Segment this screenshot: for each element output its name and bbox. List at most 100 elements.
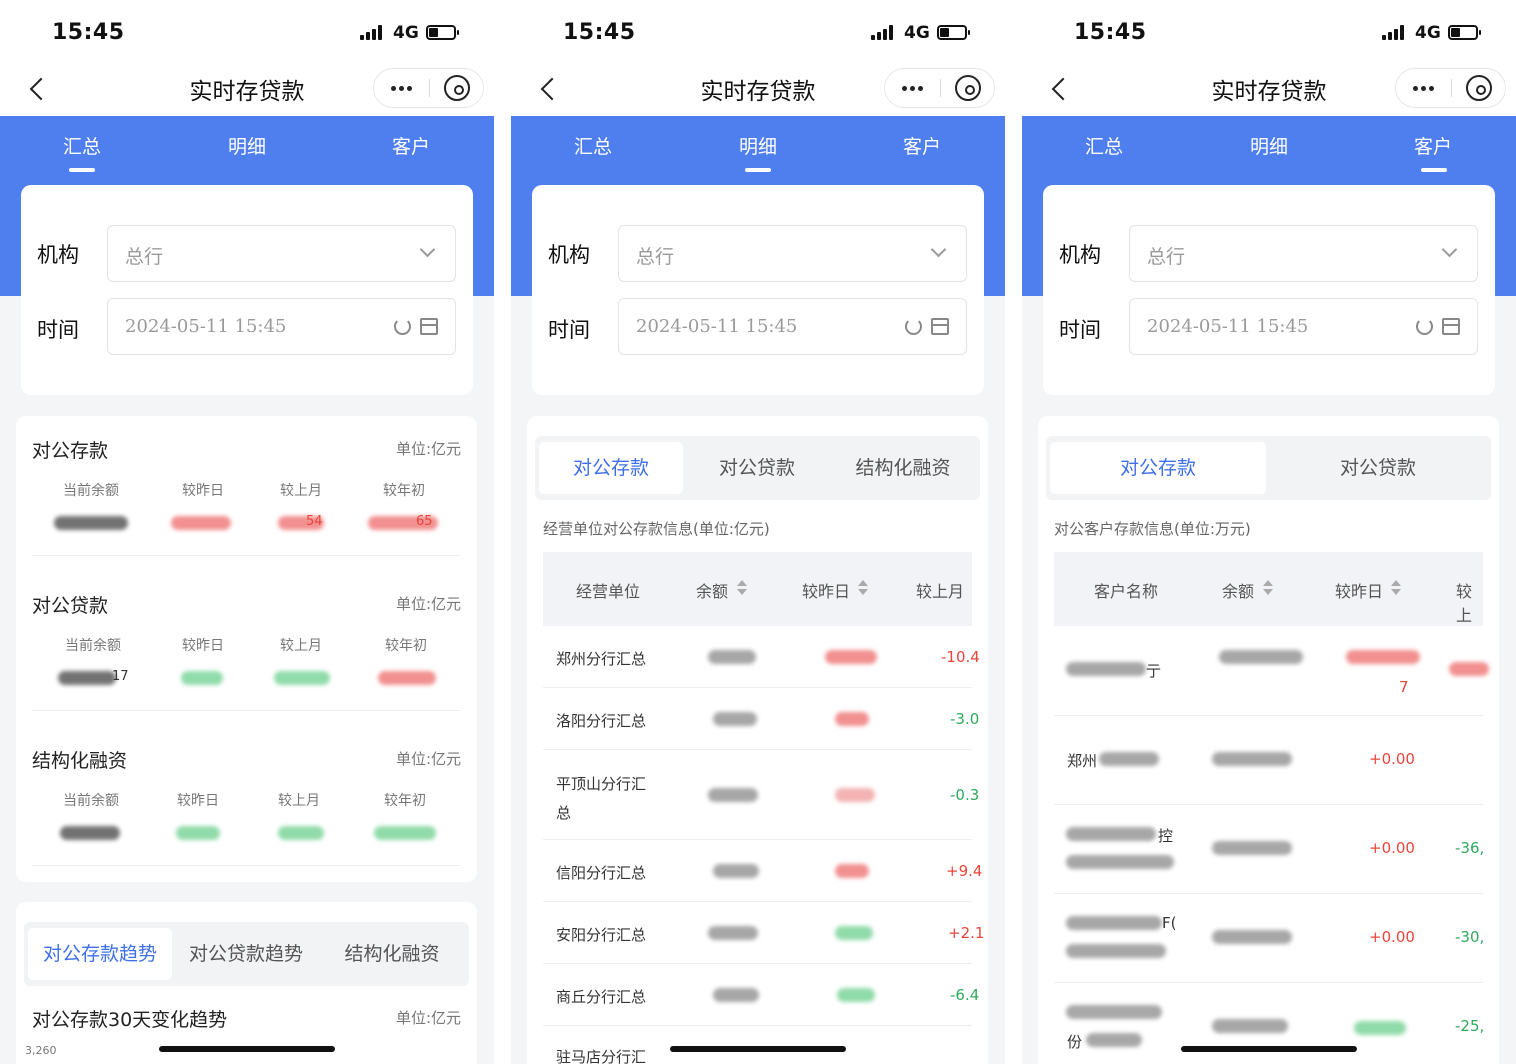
month-change: -25, xyxy=(1455,1017,1485,1035)
table-caption: 对公客户存款信息(单位:万元) xyxy=(1054,520,1251,538)
calendar-icon[interactable] xyxy=(931,318,949,335)
tab-customer[interactable]: 客户 xyxy=(361,132,461,159)
table-row[interactable]: 控 +0.00 -36, xyxy=(1054,805,1484,894)
th-balance[interactable]: 余额 xyxy=(1222,578,1254,602)
refresh-icon[interactable] xyxy=(905,318,922,335)
blurred-value xyxy=(1212,841,1292,855)
network-label: 4G xyxy=(904,23,930,43)
th-customer-name: 客户名称 xyxy=(1094,582,1159,601)
mini-program-capsule xyxy=(884,68,995,108)
table-header: 客户名称 余额 较昨日 较上 xyxy=(1054,552,1483,626)
blurred-value xyxy=(54,516,128,530)
home-indicator xyxy=(670,1046,846,1052)
org-select[interactable]: 总行 xyxy=(1129,225,1478,282)
org-select[interactable]: 总行 xyxy=(618,225,967,282)
tab-corporate-deposit[interactable]: 对公存款 xyxy=(539,442,683,494)
unit-label: 单位:亿元 xyxy=(395,595,461,613)
time-picker[interactable]: 2024-05-11 15:45 xyxy=(618,298,967,355)
divider xyxy=(32,710,461,711)
org-label: 机构 xyxy=(37,243,79,267)
table-row[interactable]: 洛阳分行汇总 -3.0 xyxy=(543,688,979,750)
sort-icon[interactable] xyxy=(858,580,868,596)
table-row[interactable]: 郑州分行汇总 -10.4 xyxy=(543,626,980,688)
blurred-value xyxy=(708,788,758,802)
blurred-value xyxy=(837,988,875,1002)
tab-customer[interactable]: 客户 xyxy=(872,132,972,159)
sort-icon[interactable] xyxy=(737,580,747,596)
nav-bar: 实时存贷款 xyxy=(1022,62,1516,116)
table-row[interactable]: 信阳分行汇总 +9.4 xyxy=(543,840,982,902)
month-change: -3.0 xyxy=(950,710,980,728)
customer-name-fragment: 亍 xyxy=(1146,662,1162,680)
unit-name: 安阳分行汇总 xyxy=(556,926,647,944)
col-header: 当前余额 xyxy=(63,793,119,809)
table-row[interactable]: 亍 7 xyxy=(1054,626,1489,716)
close-miniprogram-icon[interactable] xyxy=(1466,75,1492,101)
customer-name-fragment: 份 xyxy=(1067,1033,1083,1051)
tab-summary[interactable]: 汇总 xyxy=(543,132,643,159)
main-tabs: 汇总 明细 客户 xyxy=(0,116,494,176)
day-change: +0.00 xyxy=(1369,928,1415,946)
tab-detail[interactable]: 明细 xyxy=(708,132,808,159)
more-icon[interactable] xyxy=(374,69,429,107)
blurred-value xyxy=(171,516,231,530)
more-icon[interactable] xyxy=(1396,69,1451,107)
tab-detail[interactable]: 明细 xyxy=(197,132,297,159)
refresh-icon[interactable] xyxy=(1416,318,1433,335)
home-indicator xyxy=(159,1046,335,1052)
close-miniprogram-icon[interactable] xyxy=(955,75,981,101)
org-value: 总行 xyxy=(1147,246,1186,268)
calendar-icon[interactable] xyxy=(1442,318,1460,335)
th-vs-yesterday[interactable]: 较昨日 xyxy=(1335,578,1383,602)
battery-icon xyxy=(1448,25,1481,40)
day-change: 7 xyxy=(1399,678,1409,696)
more-icon[interactable] xyxy=(885,69,940,107)
org-select[interactable]: 总行 xyxy=(107,225,456,282)
battery-icon xyxy=(937,25,970,40)
network-label: 4G xyxy=(393,23,419,43)
table-row[interactable]: 安阳分行汇总 +2.1 xyxy=(543,902,984,964)
sort-icon[interactable] xyxy=(1391,580,1401,596)
table-row[interactable]: 商丘分行汇总 -6.4 xyxy=(543,964,979,1026)
signal-icon xyxy=(360,24,386,40)
tab-structured-finance[interactable]: 结构化融资 xyxy=(831,442,975,494)
org-value: 总行 xyxy=(636,246,675,268)
tab-corporate-deposit[interactable]: 对公存款 xyxy=(1050,442,1266,494)
chevron-down-icon xyxy=(930,241,947,258)
table-row[interactable]: 平顶山分行汇总 -0.3 xyxy=(543,750,979,840)
unit-name: 洛阳分行汇总 xyxy=(556,712,647,730)
col-header: 较上月 xyxy=(278,793,320,809)
refresh-icon[interactable] xyxy=(394,318,411,335)
detail-card: 对公存款 对公贷款 结构化融资 经营单位对公存款信息(单位:亿元) 经营单位 余… xyxy=(527,416,988,1064)
blurred-value xyxy=(60,826,120,840)
tab-detail[interactable]: 明细 xyxy=(1219,132,1319,159)
blurred-value xyxy=(835,864,869,878)
th-vs-last-month[interactable]: 较上 xyxy=(1456,578,1483,626)
tab-structured-trend[interactable]: 结构化融资 xyxy=(320,928,464,980)
filter-card: 机构 总行 时间 2024-05-11 15:45 xyxy=(532,185,984,395)
tab-deposit-trend[interactable]: 对公存款趋势 xyxy=(28,928,172,980)
time-picker[interactable]: 2024-05-11 15:45 xyxy=(107,298,456,355)
table-row[interactable]: 郑州 +0.00 xyxy=(1054,716,1483,805)
th-vs-yesterday[interactable]: 较昨日 xyxy=(802,578,850,602)
table-row[interactable]: 驻马店分行汇 xyxy=(543,1026,972,1064)
tab-customer[interactable]: 客户 xyxy=(1383,132,1483,159)
close-miniprogram-icon[interactable] xyxy=(444,75,470,101)
tab-summary[interactable]: 汇总 xyxy=(1054,132,1154,159)
tab-indicator xyxy=(745,168,771,172)
th-unit: 经营单位 xyxy=(576,582,641,601)
nav-bar: 实时存贷款 xyxy=(0,62,494,116)
unit-name: 商丘分行汇总 xyxy=(556,988,647,1006)
sort-icon[interactable] xyxy=(1263,580,1273,596)
th-vs-last-month[interactable]: 较上月 xyxy=(916,578,964,602)
tab-summary[interactable]: 汇总 xyxy=(32,132,132,159)
th-balance[interactable]: 余额 xyxy=(696,578,728,602)
tab-loan-trend[interactable]: 对公贷款趋势 xyxy=(174,928,318,980)
time-picker[interactable]: 2024-05-11 15:45 xyxy=(1129,298,1478,355)
unit-label: 单位:亿元 xyxy=(395,440,461,458)
table-row[interactable]: F( +0.00 -30, xyxy=(1054,894,1484,983)
blurred-name xyxy=(1086,1033,1142,1047)
tab-corporate-loan[interactable]: 对公贷款 xyxy=(1270,442,1486,494)
calendar-icon[interactable] xyxy=(420,318,438,335)
tab-corporate-loan[interactable]: 对公贷款 xyxy=(685,442,829,494)
